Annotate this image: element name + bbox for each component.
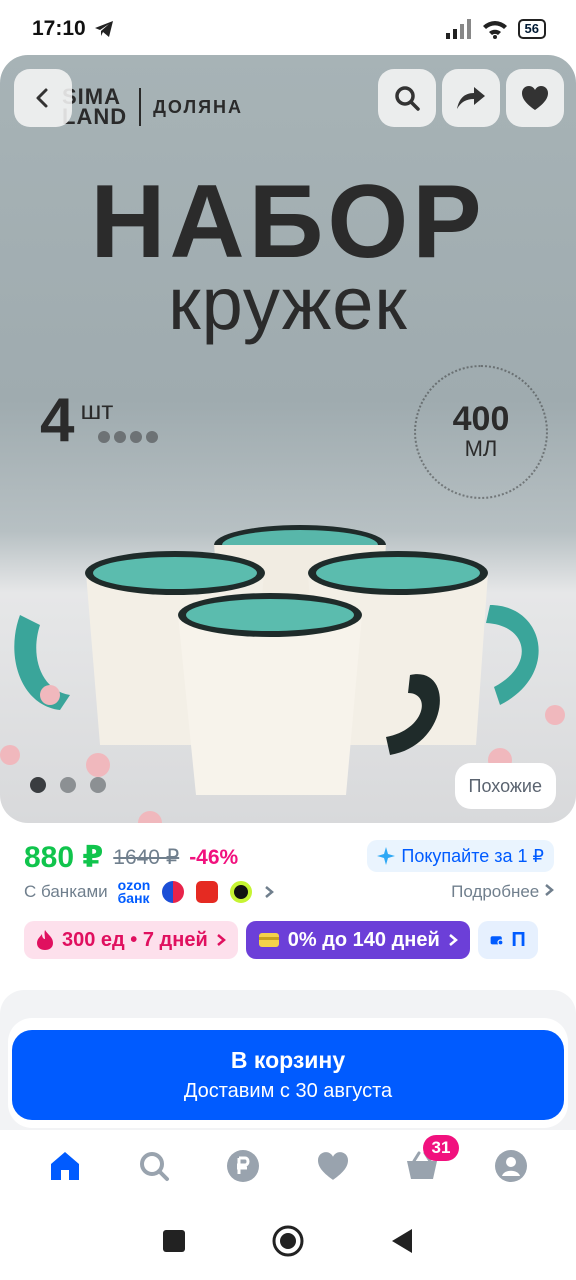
carousel-dot[interactable] [30,777,46,793]
logo-divider [139,88,142,126]
battery-indicator: 56 [517,19,546,39]
points-chip[interactable]: 300 ед • 7 дней [24,921,238,959]
add-to-cart-button[interactable]: В корзину Доставим с 30 августа [12,1030,564,1120]
partial-chip[interactable]: П [477,921,538,959]
product-gallery[interactable]: SIMA LAND ДОЛЯНА НАБОР кружек 4 шт 400 М… [0,55,576,823]
ruble-icon [227,1150,260,1182]
old-price: 1640 ₽ [113,846,180,869]
heart-icon [522,86,548,110]
wifi-icon [482,21,507,39]
quantity-dots [98,431,158,443]
tab-favorites[interactable] [308,1141,358,1191]
promo-chips: 300 ед • 7 дней 0% до 140 дней П [24,921,538,959]
bank-offers-row[interactable]: С банками ozon банк Подробнее [24,878,554,906]
similar-button[interactable]: Похожие [454,763,556,809]
heart-icon [317,1152,348,1180]
installment-chip[interactable]: 0% до 140 дней [245,921,470,959]
price-row: 880 ₽ 1640 ₽ -46% Покупайте за 1 ₽ [24,840,554,875]
telegram-icon [94,21,113,37]
bottom-tab-bar: 31 [0,1130,576,1202]
banks-label: С банками [24,882,108,901]
quantity-label: 4 шт [40,390,158,452]
signal-icon [445,19,471,39]
tab-profile[interactable] [486,1141,536,1191]
share-icon [457,87,485,109]
search-icon [395,86,420,111]
more-details-link[interactable]: Подробнее [451,882,554,902]
search-button[interactable] [378,69,436,127]
favorite-button[interactable] [506,69,564,127]
chevron-right-icon [216,934,226,946]
tab-home[interactable] [40,1141,90,1191]
back-button[interactable] [14,69,72,127]
search-icon [139,1152,169,1181]
chevron-right-icon [448,934,458,946]
carousel-dot[interactable] [90,777,106,793]
dolyana-logo: ДОЛЯНА [153,96,244,117]
tab-finance[interactable] [218,1141,268,1191]
add-to-cart-label: В корзину [230,1047,346,1073]
home-nav-icon[interactable] [271,1224,305,1258]
volume-badge: 400 МЛ [414,365,548,499]
profile-icon [495,1150,528,1182]
share-button[interactable] [442,69,500,127]
chevron-right-icon [265,886,275,898]
sparkle-icon [377,847,396,865]
status-time: 17:10 [32,17,86,40]
chevron-left-icon [36,88,48,108]
recents-icon[interactable] [162,1229,186,1253]
carousel-indicator [30,777,106,793]
status-bar: 17:10 56 [0,0,576,58]
carousel-dot[interactable] [60,777,76,793]
chevron-right-icon [545,884,554,896]
cart-count-badge: 31 [422,1135,459,1161]
back-nav-icon[interactable] [390,1228,414,1254]
product-subtitle-big: кружек [168,262,408,345]
home-icon [50,1152,79,1180]
system-nav-bar [0,1202,576,1280]
tab-cart[interactable]: 31 [397,1135,459,1191]
wallet-icon [490,936,504,946]
card-icon [258,933,279,947]
discount-percent: -46% [189,845,239,869]
ozon-bank-logo: ozon банк [117,877,151,906]
fire-icon [37,930,53,950]
bank-logo-green-icon [230,881,253,903]
current-price: 880 ₽ [24,841,104,874]
tab-search[interactable] [129,1141,179,1191]
brand-logo: SIMA LAND ДОЛЯНА [62,86,244,128]
delivery-date: Доставим с 30 августа [183,1080,393,1102]
bank-logo-icon [162,881,185,903]
buy-for-1-ruble-button[interactable]: Покупайте за 1 ₽ [367,840,554,872]
alfa-bank-icon [196,881,219,903]
